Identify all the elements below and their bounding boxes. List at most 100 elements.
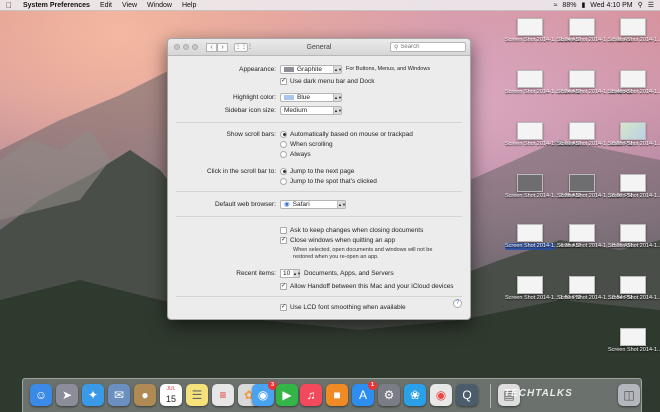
- back-button[interactable]: ‹: [206, 42, 217, 52]
- screenshot-thumbnail: [569, 122, 595, 140]
- desktop-file[interactable]: Screen Shot 2014-1....3.42 PM: [608, 328, 660, 354]
- sidebar-size-label: Sidebar icon size:: [224, 106, 276, 114]
- notes-icon[interactable]: ☰: [186, 384, 208, 406]
- twitter-icon[interactable]: ❀: [404, 384, 426, 406]
- appearance-popup[interactable]: Graphite ▲▼: [280, 64, 342, 74]
- scrollbars-auto-radio[interactable]: [280, 130, 287, 138]
- quicktime-icon[interactable]: Q: [456, 384, 478, 406]
- desktop-file[interactable]: Screen Shot 2014-1....1.51 PM: [505, 276, 581, 302]
- file-label: Screen Shot 2014-1....3.14 AM: [608, 141, 660, 147]
- desktop-file[interactable]: Screen Shot 2014-1....1.24 AM: [505, 18, 580, 44]
- battery-percent[interactable]: 88%: [562, 2, 576, 9]
- menu-window[interactable]: Window: [142, 2, 177, 9]
- recent-items-popup[interactable]: 10 ▲▼: [280, 268, 301, 278]
- battery-icon[interactable]: ▮: [581, 1, 585, 9]
- desktop-file[interactable]: Screen Shot 2014-1....3.14 AM: [608, 122, 660, 148]
- graphite-swatch: [284, 66, 294, 72]
- itunes-icon[interactable]: ♫: [300, 384, 322, 406]
- chrome-icon[interactable]: ◉: [430, 384, 452, 406]
- system-preferences-icon[interactable]: ⚙: [378, 384, 400, 406]
- browser-value: Safari: [292, 200, 310, 208]
- minimize-window-button[interactable]: [183, 44, 189, 50]
- search-input[interactable]: [400, 44, 461, 50]
- menu-edit[interactable]: Edit: [95, 2, 117, 9]
- launchpad-icon[interactable]: ➤: [56, 384, 78, 406]
- zoom-window-button[interactable]: [192, 44, 198, 50]
- desktop-file[interactable]: Screen Shot 2014-1....7.24 AM: [505, 70, 580, 96]
- lcd-checkbox[interactable]: ✓: [280, 303, 287, 311]
- ask-keep-checkbox[interactable]: [280, 226, 287, 234]
- notification-center-icon[interactable]: ☰: [648, 1, 654, 9]
- wifi-icon[interactable]: ≈: [554, 2, 558, 9]
- desktop-file[interactable]: Screen Shot 2014-1....9.26 PM: [608, 224, 660, 250]
- file-label: Screen Shot 2014-1....3.42 PM: [608, 347, 660, 353]
- trash-icon[interactable]: ◫: [618, 384, 640, 406]
- desktop-file[interactable]: Screen Shot 2014-1....5.39 PM: [608, 174, 660, 200]
- file-label: Screen Shot 2014-1....5.39 PM: [608, 193, 660, 199]
- ibooks-icon[interactable]: ■: [326, 384, 348, 406]
- desktop-file-selected[interactable]: Screen Shot 2014-1....4.35 AM: [505, 224, 580, 250]
- desktop-file[interactable]: Screen Shot 2014-1....4.06 PM: [608, 276, 660, 302]
- desktop-file[interactable]: Screen Shot 2014-1....0.54 PM: [557, 276, 633, 302]
- reminders-icon[interactable]: ≡: [212, 384, 234, 406]
- recent-items-label: Recent items:: [236, 269, 276, 277]
- jump-to-spot-label: Jump to the spot that's clicked: [290, 177, 377, 185]
- desktop-file[interactable]: Screen Shot 2014-1....8.26 AM: [557, 224, 633, 250]
- dark-menu-checkbox[interactable]: ✓: [280, 77, 287, 85]
- sidebar-size-popup[interactable]: Medium ▲▼: [280, 105, 342, 115]
- clock[interactable]: Wed 4:10 PM: [590, 2, 632, 9]
- scrollbars-always-label: Always: [290, 150, 311, 158]
- jump-next-page-radio[interactable]: [280, 167, 287, 175]
- desktop-file[interactable]: Screen Shot 2014-1....2.15 PM: [608, 70, 660, 96]
- browser-label: Default web browser:: [214, 200, 276, 208]
- desktop-file[interactable]: Screen Shot 2014-1....6.07 PM: [557, 174, 633, 200]
- help-button[interactable]: ?: [453, 299, 462, 308]
- desktop-file[interactable]: Screen Shot 2014-1....6.25 PM: [557, 122, 633, 148]
- mail-icon[interactable]: ✉: [108, 384, 130, 406]
- desktop-file[interactable]: Screen Shot 2014-1....0.01 AM: [505, 122, 581, 148]
- jump-to-spot-radio[interactable]: [280, 177, 287, 185]
- screenshot-thumbnail: [517, 276, 543, 294]
- dark-menu-label: Use dark menu bar and Dock: [290, 77, 375, 85]
- calendar-day: 15: [165, 394, 176, 404]
- lcd-row: ✓ Use LCD font smoothing when available: [168, 302, 470, 312]
- file-label: Screen Shot 2014-1....8.26 AM: [557, 243, 633, 249]
- apple-menu-icon[interactable]: : [0, 1, 18, 10]
- close-windows-note: When selected, open documents and window…: [293, 247, 432, 261]
- menu-view[interactable]: View: [117, 2, 142, 9]
- desktop-file[interactable]: Screen Shot 2014-1....7.11 AM: [557, 18, 632, 44]
- safari-icon[interactable]: ✦: [82, 384, 104, 406]
- window-controls: [174, 44, 198, 50]
- nav-buttons: ‹ ›: [206, 42, 228, 52]
- handoff-checkbox[interactable]: ✓: [280, 282, 287, 290]
- search-field[interactable]: ⚲: [390, 42, 466, 52]
- title-bar[interactable]: ‹ › ⋮⋮⋮ General ⚲: [168, 39, 470, 56]
- scrollbars-row: Always: [168, 149, 470, 159]
- scrollbars-when-scrolling-radio[interactable]: [280, 140, 287, 148]
- jump-next-page-label: Jump to the next page: [290, 167, 355, 175]
- facetime-icon[interactable]: ▶: [276, 384, 298, 406]
- lcd-label: Use LCD font smoothing when available: [290, 303, 406, 311]
- messages-icon[interactable]: ◉ 3: [252, 381, 277, 406]
- app-store-icon[interactable]: A1: [352, 381, 377, 406]
- desktop-file[interactable]: Screen Shot 2014-1....5.48 AM: [557, 70, 632, 96]
- browser-popup[interactable]: ◉ Safari ▲▼: [280, 199, 346, 209]
- calendar-icon[interactable]: JUL 15: [160, 384, 182, 406]
- desktop-file[interactable]: Screen Shot 2014-1....8.58 PM: [608, 18, 660, 44]
- highlight-row: Highlight color: Blue ▲▼: [168, 92, 470, 102]
- file-label: Screen Shot 2014-1....0.01 AM: [505, 141, 581, 147]
- note-line-1: When selected, open documents and window…: [293, 247, 433, 253]
- menu-help[interactable]: Help: [177, 2, 201, 9]
- close-windows-checkbox[interactable]: ✓: [280, 236, 287, 244]
- scrollbars-always-radio[interactable]: [280, 150, 287, 158]
- show-all-grid-icon[interactable]: ⋮⋮⋮: [234, 42, 253, 52]
- preferences-content: Appearance: Graphite ▲▼ For Buttons, Men…: [168, 56, 470, 311]
- desktop-file[interactable]: Screen Shot 2014-1....2.25 AM: [505, 174, 580, 200]
- menu-app-name[interactable]: System Preferences: [18, 2, 95, 9]
- finder-icon[interactable]: ☺: [30, 384, 52, 406]
- contacts-icon[interactable]: ●: [134, 384, 156, 406]
- forward-button[interactable]: ›: [217, 42, 228, 52]
- close-window-button[interactable]: [174, 44, 180, 50]
- highlight-popup[interactable]: Blue ▲▼: [280, 92, 342, 102]
- spotlight-icon[interactable]: ⚲: [638, 1, 643, 9]
